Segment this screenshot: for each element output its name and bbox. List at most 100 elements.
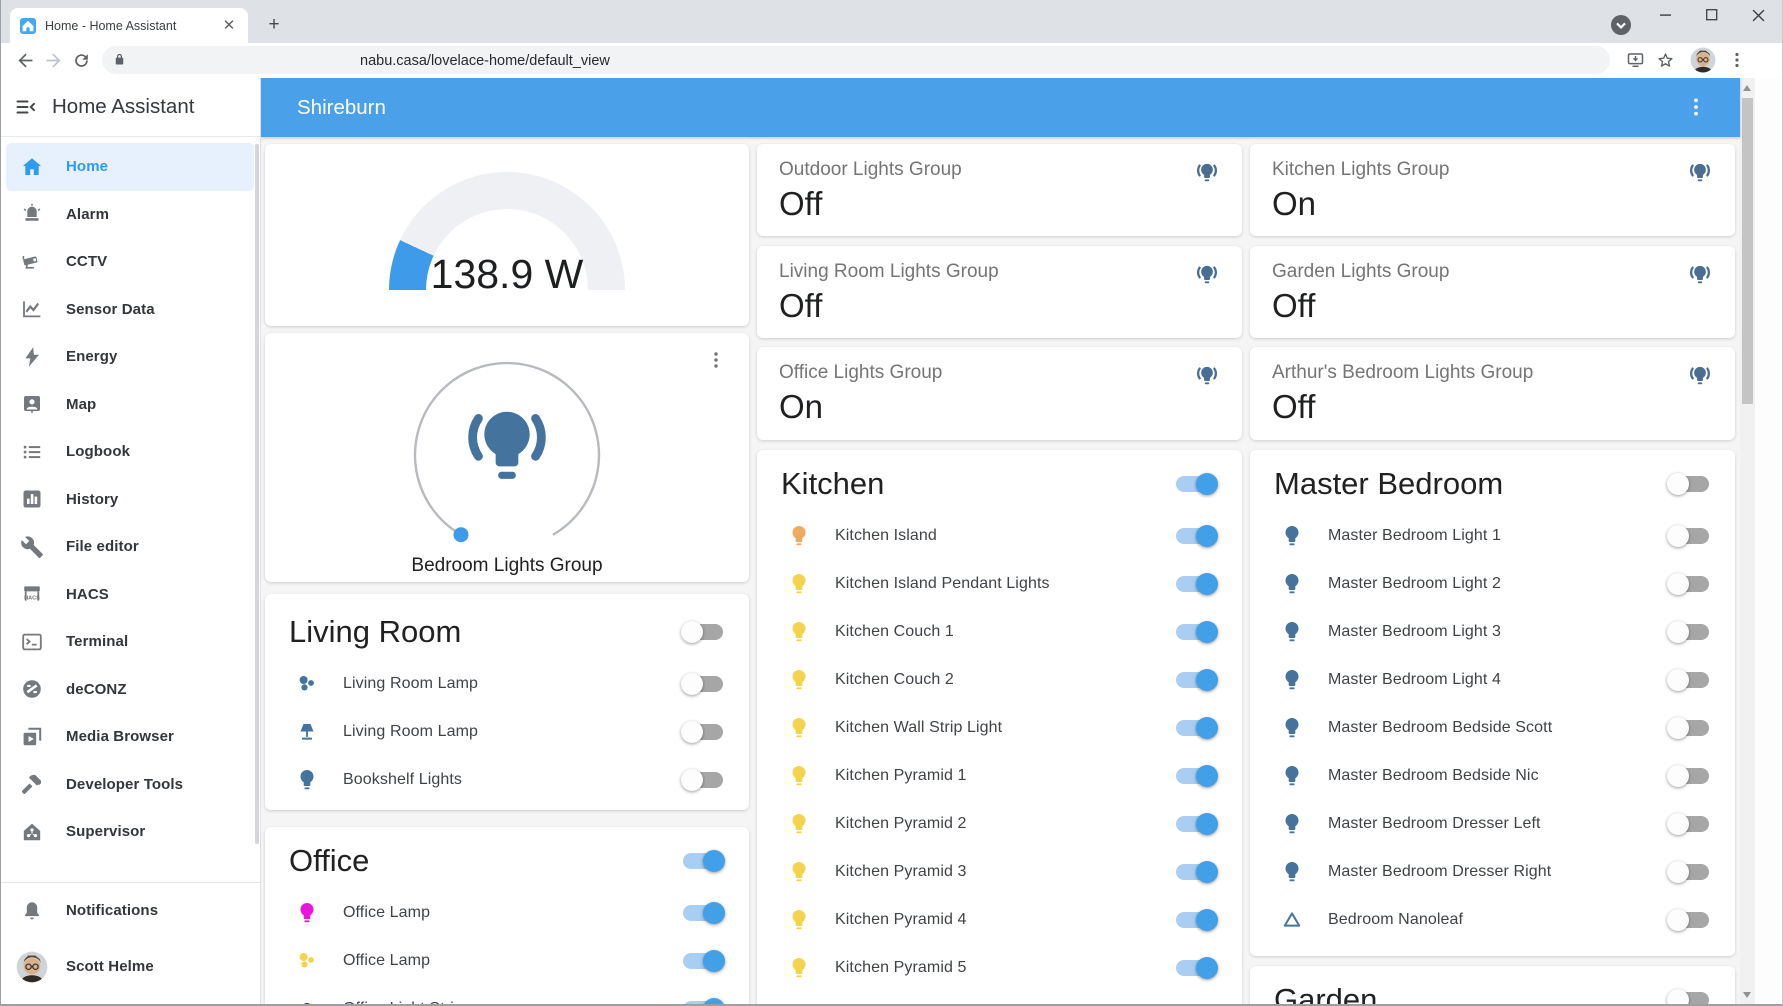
sidebar-item-deconz[interactable]: deCONZ [6, 666, 254, 714]
scrollbar-thumb[interactable] [1742, 98, 1753, 404]
toggle-switch[interactable] [1669, 576, 1709, 592]
toggle-switch[interactable] [1176, 624, 1216, 640]
entity-row-master-bedroom-bedside-nic[interactable]: Master Bedroom Bedside Nic [1250, 752, 1735, 800]
sidebar-item-media-browser[interactable]: Media Browser [6, 713, 254, 761]
entity-row-kitchen-couch-2[interactable]: Kitchen Couch 2 [757, 656, 1242, 704]
sidebar-item-terminal[interactable]: Terminal [6, 618, 254, 666]
url-text[interactable]: nabu.casa/lovelace-home/default_view [360, 53, 610, 69]
entity-row-kitchen-island[interactable]: Kitchen Island [757, 512, 1242, 560]
reload-icon[interactable] [68, 47, 94, 73]
entity-row-kitchen-couch-1[interactable]: Kitchen Couch 1 [757, 608, 1242, 656]
toggle-switch[interactable] [1176, 864, 1216, 880]
toggle-switch[interactable] [683, 724, 723, 740]
entity-row-bedroom-nanoleaf[interactable]: Bedroom Nanoleaf [1250, 896, 1735, 944]
entity-row-kitchen-pyramid-1[interactable]: Kitchen Pyramid 1 [757, 752, 1242, 800]
entity-row-office-lamp[interactable]: Office Lamp [265, 937, 749, 985]
new-tab-button[interactable]: + [262, 13, 286, 37]
card-group-garden-lights-group[interactable]: Garden Lights Group Off [1250, 246, 1735, 338]
scroll-up-arrow[interactable] [1743, 85, 1751, 91]
sidebar-item-alarm[interactable]: Alarm [6, 191, 254, 239]
content-scrollbar[interactable] [1740, 78, 1755, 1006]
toggle-switch[interactable] [1669, 864, 1709, 880]
toggle-switch[interactable] [1669, 624, 1709, 640]
card-house-power-gauge[interactable]: 138.9 W House Power Consumption [265, 144, 749, 326]
sidebar-item-developer-tools[interactable]: Developer Tools [6, 761, 254, 809]
toggle-switch[interactable] [1176, 960, 1216, 976]
toggle-switch[interactable] [1176, 768, 1216, 784]
window-close-button[interactable] [1747, 4, 1769, 26]
forward-icon[interactable] [40, 47, 66, 73]
sidebar-toggle-icon[interactable] [14, 95, 38, 119]
toggle-switch[interactable] [1176, 672, 1216, 688]
toggle-switch[interactable] [683, 772, 723, 788]
sidebar-item-map[interactable]: Map [6, 381, 254, 429]
toggle-switch[interactable] [1669, 720, 1709, 736]
toggle-switch[interactable] [683, 624, 723, 640]
toggle-switch[interactable] [1176, 476, 1216, 492]
entity-row-office-lamp[interactable]: Office Lamp [265, 889, 749, 937]
toggle-switch[interactable] [1669, 528, 1709, 544]
entity-row-kitchen-pyramid-4[interactable]: Kitchen Pyramid 4 [757, 896, 1242, 944]
overflow-menu-icon[interactable] [1684, 95, 1708, 119]
entity-row-kitchen-pyramid-5[interactable]: Kitchen Pyramid 5 [757, 944, 1242, 992]
card-group-outdoor-lights-group[interactable]: Outdoor Lights Group Off [757, 144, 1242, 236]
tab-close-icon[interactable]: ✕ [220, 17, 238, 35]
sidebar-item-cctv[interactable]: CCTV [6, 238, 254, 286]
entity-row-kitchen-pyramid-2[interactable]: Kitchen Pyramid 2 [757, 800, 1242, 848]
sidebar-item-logbook[interactable]: Logbook [6, 428, 254, 476]
toggle-switch[interactable] [683, 853, 723, 869]
card-menu-icon[interactable] [705, 349, 727, 371]
card-bedroom-lights-group[interactable]: Bedroom Lights Group [265, 333, 749, 582]
entity-row-master-bedroom-dresser-right[interactable]: Master Bedroom Dresser Right [1250, 848, 1735, 896]
entity-row-living-room-lamp[interactable]: Living Room Lamp [265, 708, 749, 756]
toggle-switch[interactable] [1176, 912, 1216, 928]
entity-row-kitchen-island-pendant-lights[interactable]: Kitchen Island Pendant Lights [757, 560, 1242, 608]
card-group-living-room-lights-group[interactable]: Living Room Lights Group Off [757, 246, 1242, 338]
entity-row-kitchen-wall-strip-light[interactable]: Kitchen Wall Strip Light [757, 704, 1242, 752]
sidebar-item-hacs[interactable]: HACS HACS [6, 571, 254, 619]
toggle-switch[interactable] [1669, 476, 1709, 492]
toggle-switch[interactable] [1176, 576, 1216, 592]
entity-row-master-bedroom-light-2[interactable]: Master Bedroom Light 2 [1250, 560, 1735, 608]
toggle-switch[interactable] [683, 905, 723, 921]
toggle-switch[interactable] [1669, 992, 1709, 1006]
entity-row-bookshelf-lights[interactable]: Bookshelf Lights [265, 756, 749, 804]
sidebar-item-history[interactable]: History [6, 476, 254, 524]
window-minimize-button[interactable] [1655, 4, 1677, 26]
card-group-office-lights-group[interactable]: Office Lights Group On [757, 347, 1242, 440]
sidebar-item-scott-helme[interactable]: Scott Helme [6, 939, 254, 995]
brightness-ring-slider[interactable] [407, 355, 607, 555]
toggle-switch[interactable] [1176, 816, 1216, 832]
entity-row-living-room-lamp[interactable]: Living Room Lamp [265, 660, 749, 708]
entity-row-master-bedroom-light-1[interactable]: Master Bedroom Light 1 [1250, 512, 1735, 560]
toggle-switch[interactable] [683, 676, 723, 692]
address-bar[interactable] [102, 46, 1610, 74]
scroll-down-arrow[interactable] [1743, 992, 1751, 998]
browser-menu-icon[interactable] [1724, 47, 1750, 73]
sidebar-item-home[interactable]: Home [6, 143, 254, 191]
sidebar-scrollbar[interactable] [255, 144, 259, 844]
browser-tab[interactable]: Home - Home Assistant ✕ [10, 8, 248, 43]
sidebar-item-notifications[interactable]: Notifications [6, 883, 254, 939]
toggle-switch[interactable] [1669, 912, 1709, 928]
back-icon[interactable] [12, 47, 38, 73]
toggle-switch[interactable] [1176, 720, 1216, 736]
sidebar-item-file-editor[interactable]: File editor [6, 523, 254, 571]
entity-row-master-bedroom-light-4[interactable]: Master Bedroom Light 4 [1250, 656, 1735, 704]
lock-icon[interactable] [112, 52, 127, 72]
browser-profile-avatar[interactable] [1690, 47, 1716, 73]
toggle-switch[interactable] [1176, 528, 1216, 544]
install-app-icon[interactable] [1622, 47, 1648, 73]
card-group-arthur-s-bedroom-lights-group[interactable]: Arthur's Bedroom Lights Group Off [1250, 347, 1735, 440]
toggle-switch[interactable] [683, 1001, 723, 1006]
entity-row-master-bedroom-dresser-left[interactable]: Master Bedroom Dresser Left [1250, 800, 1735, 848]
sidebar-item-energy[interactable]: Energy [6, 333, 254, 381]
sidebar-item-sensor-data[interactable]: Sensor Data [6, 286, 254, 334]
bookmark-star-icon[interactable] [1652, 47, 1678, 73]
sidebar-item-supervisor[interactable]: Supervisor [6, 808, 254, 856]
entity-row-kitchen-pyramid-3[interactable]: Kitchen Pyramid 3 [757, 848, 1242, 896]
entity-row-master-bedroom-bedside-scott[interactable]: Master Bedroom Bedside Scott [1250, 704, 1735, 752]
window-maximize-button[interactable] [1701, 4, 1723, 26]
entity-row-master-bedroom-light-3[interactable]: Master Bedroom Light 3 [1250, 608, 1735, 656]
browser-update-icon[interactable] [1610, 14, 1632, 41]
